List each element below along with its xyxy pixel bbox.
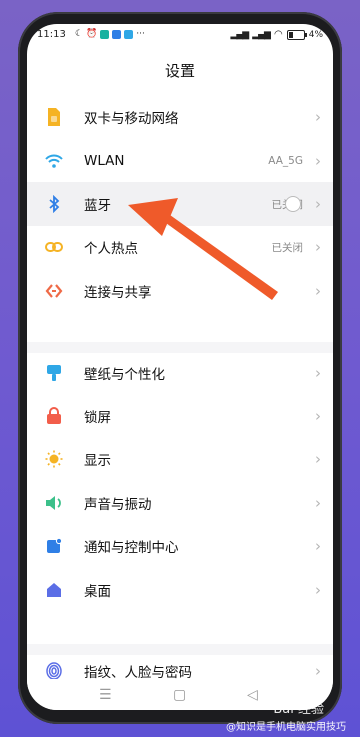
watermark-logo: Bai 经验 — [273, 702, 324, 717]
annotation-arrow — [128, 198, 278, 300]
watermark-text: @知识是手机电脑实用技巧 — [226, 722, 346, 733]
arrow-shaft — [166, 215, 278, 300]
